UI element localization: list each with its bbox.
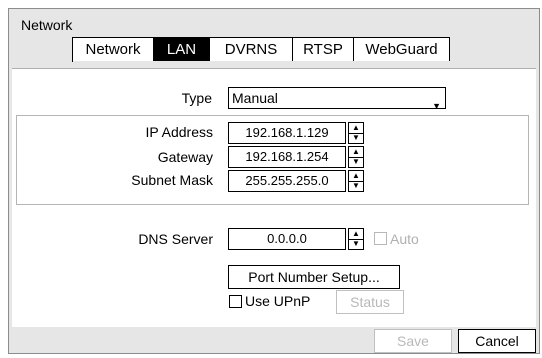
tab-webguard[interactable]: WebGuard: [354, 38, 450, 61]
lan-panel: Type Manual ▼ IP Address 192.168.1.129 ▲…: [12, 68, 536, 327]
type-value: Manual: [232, 90, 278, 106]
cancel-button[interactable]: Cancel: [458, 329, 536, 353]
tab-network[interactable]: Network: [73, 38, 154, 61]
use-upnp-label: Use UPnP: [245, 293, 311, 309]
ip-address-spinner[interactable]: ▲ ▼: [348, 122, 364, 144]
ip-address-label: IP Address: [145, 124, 213, 140]
ip-address-field[interactable]: 192.168.1.129: [228, 122, 346, 144]
tab-dvrns[interactable]: DVRNS: [210, 38, 293, 61]
network-dialog: Network Network LAN DVRNS RTSP WebGuard …: [8, 8, 540, 354]
spin-down-icon[interactable]: ▼: [349, 239, 363, 249]
tab-bar: Network LAN DVRNS RTSP WebGuard: [72, 37, 450, 62]
dns-server-label: DNS Server: [138, 231, 213, 247]
spin-down-icon[interactable]: ▼: [349, 181, 363, 191]
gateway-spinner[interactable]: ▲ ▼: [348, 146, 364, 168]
subnet-mask-label: Subnet Mask: [131, 172, 213, 188]
status-button[interactable]: Status: [336, 290, 404, 314]
type-select[interactable]: Manual ▼: [228, 87, 446, 111]
auto-label: Auto: [390, 231, 419, 247]
spin-down-icon[interactable]: ▼: [349, 133, 363, 143]
gateway-field[interactable]: 192.168.1.254: [228, 146, 346, 168]
auto-checkbox[interactable]: [374, 232, 387, 245]
save-button[interactable]: Save: [374, 329, 452, 353]
tab-lan[interactable]: LAN: [154, 38, 210, 61]
use-upnp-checkbox[interactable]: [229, 295, 242, 308]
subnet-mask-field[interactable]: 255.255.255.0: [228, 170, 346, 192]
port-number-setup-button[interactable]: Port Number Setup...: [228, 265, 400, 289]
tab-rtsp[interactable]: RTSP: [293, 38, 354, 61]
type-label: Type: [181, 90, 212, 106]
gateway-label: Gateway: [157, 149, 213, 165]
spin-down-icon[interactable]: ▼: [349, 157, 363, 167]
dns-server-field[interactable]: 0.0.0.0: [228, 228, 346, 250]
dropdown-arrow-icon: ▼: [432, 101, 441, 111]
subnet-mask-spinner[interactable]: ▲ ▼: [348, 170, 364, 192]
dns-server-spinner[interactable]: ▲ ▼: [348, 228, 364, 250]
dialog-title: Network: [21, 17, 73, 33]
